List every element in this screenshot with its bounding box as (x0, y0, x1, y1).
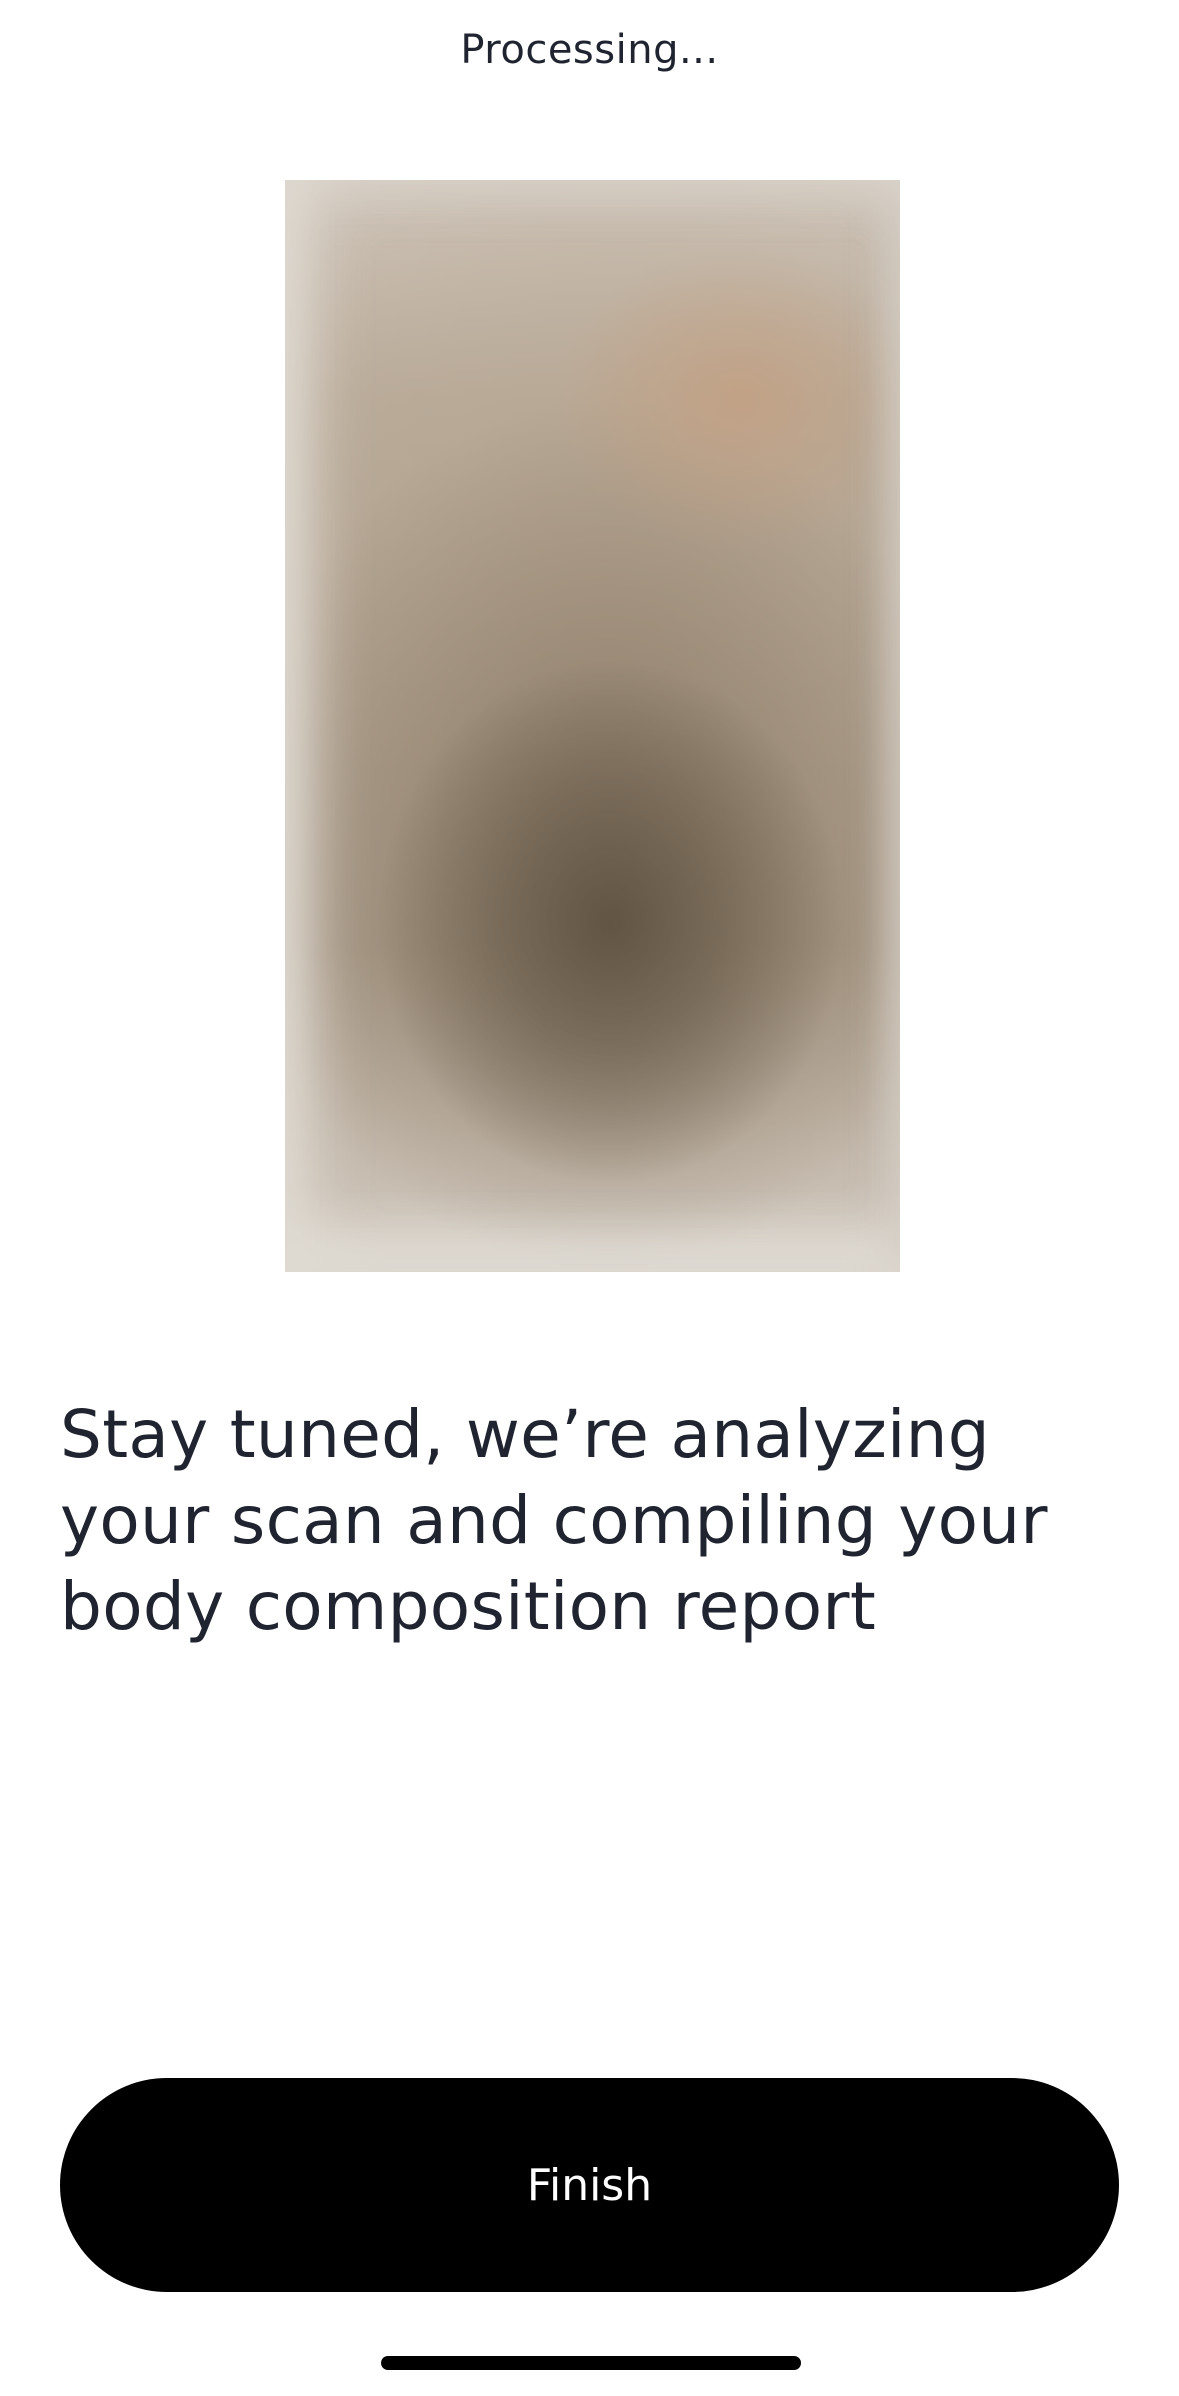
page-title: Processing... (460, 27, 719, 73)
home-indicator[interactable] (381, 2356, 801, 2370)
status-message: Stay tuned, we’re analyzing your scan an… (60, 1396, 1048, 1645)
scan-preview-image (285, 180, 900, 1272)
processing-screen: Processing... Stay tuned, we’re analyzin… (0, 0, 1179, 2396)
finish-button[interactable]: Finish (60, 2078, 1119, 2292)
finish-button-label: Finish (526, 2159, 653, 2211)
